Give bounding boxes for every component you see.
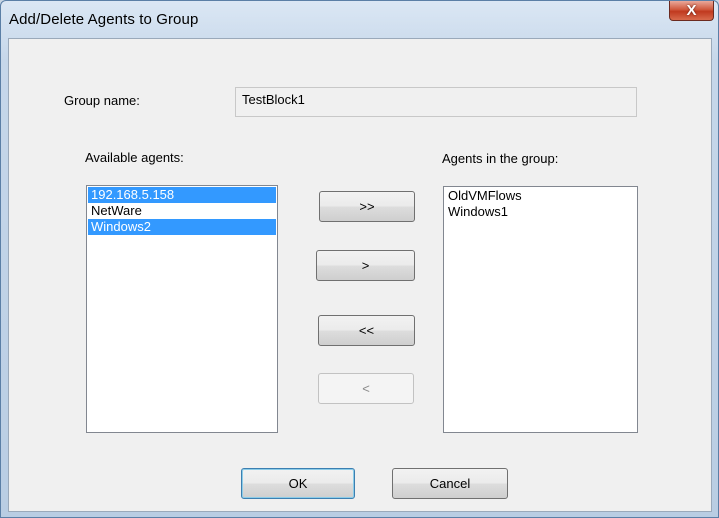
remove-all-button[interactable]: << <box>318 315 415 346</box>
close-icon: X <box>686 2 697 19</box>
cancel-button[interactable]: Cancel <box>392 468 508 499</box>
dialog-window: Add/Delete Agents to Group X Group name:… <box>0 0 719 518</box>
close-button[interactable]: X <box>669 1 714 21</box>
dialog-client-area: Group name: TestBlock1 Available agents:… <box>8 38 712 512</box>
add-all-button[interactable]: >> <box>319 191 415 222</box>
list-item[interactable]: Windows1 <box>445 204 636 220</box>
group-name-value: TestBlock1 <box>242 92 305 107</box>
group-name-field[interactable]: TestBlock1 <box>235 87 637 117</box>
remove-selected-button[interactable]: < <box>318 373 414 404</box>
agents-in-group-label: Agents in the group: <box>442 151 559 166</box>
list-item[interactable]: NetWare <box>88 203 276 219</box>
window-title: Add/Delete Agents to Group <box>9 11 199 28</box>
add-selected-button[interactable]: > <box>316 250 415 281</box>
available-agents-list[interactable]: 192.168.5.158 NetWare Windows2 <box>86 185 278 433</box>
available-agents-label: Available agents: <box>85 150 184 165</box>
list-item[interactable]: OldVMFlows <box>445 188 636 204</box>
list-item[interactable]: Windows2 <box>88 219 276 235</box>
ok-button[interactable]: OK <box>241 468 355 499</box>
list-item[interactable]: 192.168.5.158 <box>88 187 276 203</box>
group-name-label: Group name: <box>64 93 140 108</box>
agents-in-group-list[interactable]: OldVMFlows Windows1 <box>443 186 638 433</box>
title-bar[interactable]: Add/Delete Agents to Group X <box>1 1 718 37</box>
